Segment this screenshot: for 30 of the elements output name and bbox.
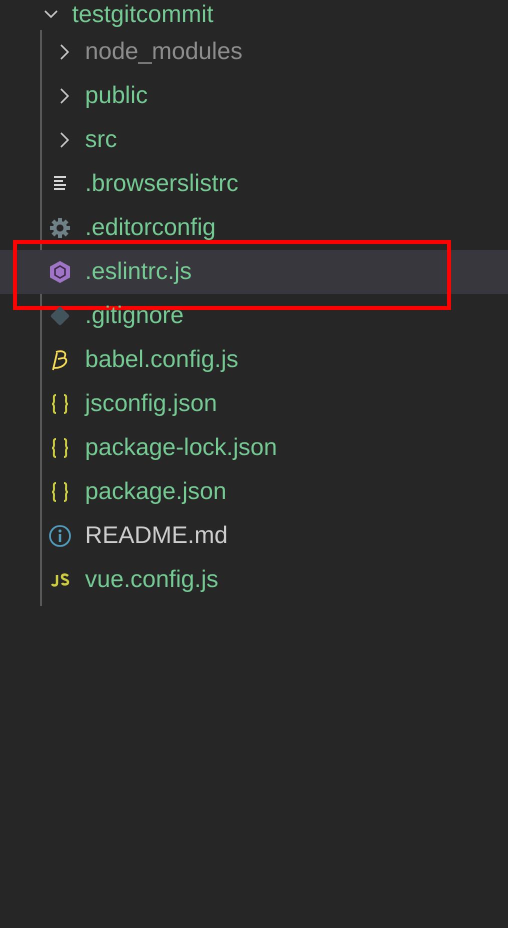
- file-row[interactable]: vue.config.js: [0, 558, 508, 602]
- file-name: babel.config.js: [85, 345, 238, 375]
- file-row[interactable]: babel.config.js: [0, 338, 508, 382]
- file-row[interactable]: README.md: [0, 514, 508, 558]
- selected-file-row[interactable]: .eslintrc.js: [0, 250, 508, 294]
- file-name: jsconfig.json: [85, 389, 218, 419]
- file-row[interactable]: .editorconfig: [0, 206, 508, 250]
- file-row[interactable]: public: [0, 74, 508, 118]
- file-name: package-lock.json: [85, 433, 278, 463]
- file-row[interactable]: jsconfig.json: [0, 382, 508, 426]
- file-row[interactable]: package.json: [0, 470, 508, 514]
- file-name: .gitignore: [85, 301, 184, 331]
- folder-name: src: [85, 125, 117, 155]
- file-name: vue.config.js: [85, 565, 218, 595]
- file-row[interactable]: node_modules: [0, 30, 508, 74]
- file-row[interactable]: .gitignore: [0, 294, 508, 338]
- file-row[interactable]: package-lock.json: [0, 426, 508, 470]
- info-icon: [48, 524, 72, 548]
- hexagon-icon: [48, 260, 72, 284]
- file-row[interactable]: .browserslistrc: [0, 162, 508, 206]
- settings-icon: [48, 216, 72, 240]
- file-row[interactable]: src: [0, 118, 508, 162]
- file-name: .editorconfig: [85, 213, 216, 243]
- folder-name: node_modules: [85, 37, 242, 67]
- file-name: .browserslistrc: [85, 169, 238, 199]
- folder-name: public: [85, 81, 148, 111]
- file-name: package.json: [85, 477, 226, 507]
- folder-name[interactable]: testgitcommit: [72, 0, 214, 30]
- file-name: .eslintrc.js: [85, 257, 192, 287]
- file-name: README.md: [85, 521, 228, 551]
